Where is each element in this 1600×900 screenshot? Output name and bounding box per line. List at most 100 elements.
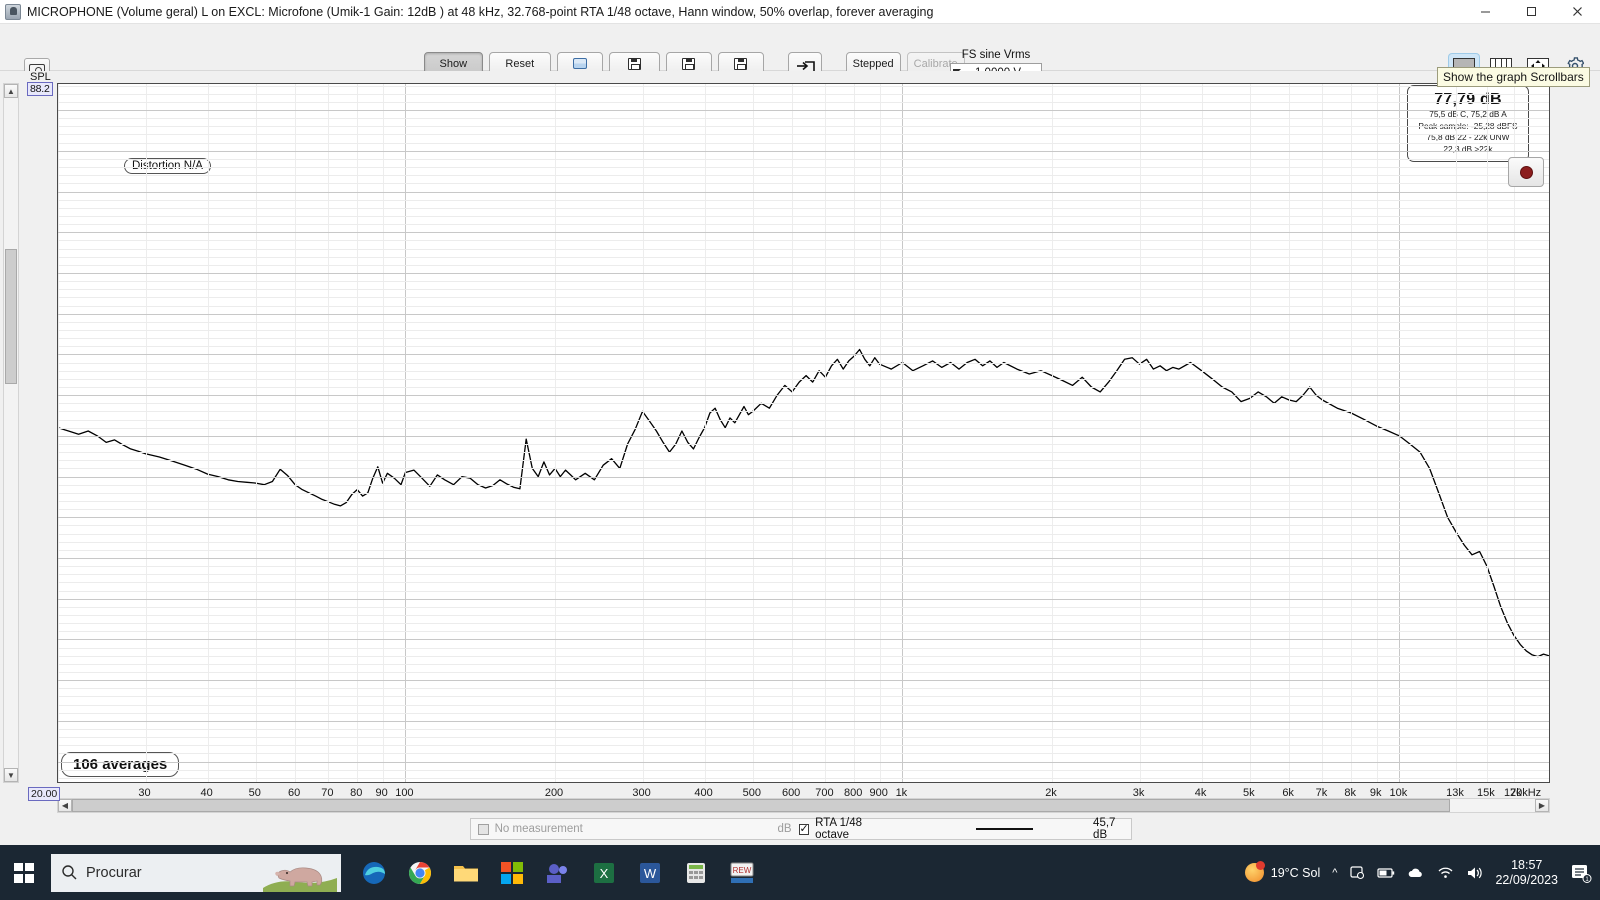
x-axis-tick: 800: [844, 787, 863, 799]
horizontal-scroll-track[interactable]: [72, 799, 1535, 812]
sun-icon: [1244, 861, 1265, 882]
y-axis-top-value[interactable]: 88.2: [27, 82, 53, 96]
clock-date: 22/09/2023: [1495, 872, 1558, 887]
no-measurement-checkbox[interactable]: [478, 823, 489, 835]
vertical-scroll-thumb[interactable]: [5, 249, 17, 384]
notification-center-button[interactable]: 1: [1570, 863, 1592, 883]
grid-line-horizontal-minor: [58, 289, 1549, 291]
grid-line-horizontal-minor: [58, 199, 1549, 201]
grid-line-horizontal-minor: [58, 305, 1549, 307]
taskbar-app-file-explorer[interactable]: [445, 849, 487, 897]
chrome-icon: [409, 861, 431, 884]
taskbar-app-rew[interactable]: REW: [721, 849, 763, 897]
battery-icon[interactable]: [1377, 867, 1395, 879]
tray-expand-icon[interactable]: ^: [1332, 867, 1337, 879]
grid-line-horizontal: [58, 761, 1549, 763]
grid-line-horizontal-minor: [58, 427, 1549, 429]
horizontal-scroll-thumb[interactable]: [72, 799, 1450, 812]
grid-line-vertical: [1513, 84, 1515, 782]
x-axis-tick: 70: [321, 787, 334, 799]
stepped-sine-line1: Stepped: [852, 58, 894, 70]
grid-line-horizontal-minor: [58, 224, 1549, 226]
close-button[interactable]: [1554, 0, 1600, 24]
grid-line-vertical: [792, 84, 794, 782]
taskbar-search[interactable]: Procurar: [51, 853, 341, 892]
grid-line-horizontal-minor: [58, 631, 1549, 633]
scroll-right-arrow[interactable]: ▶: [1535, 799, 1549, 812]
x-axis-tick: 600: [781, 787, 801, 799]
minimize-button[interactable]: [1462, 0, 1508, 24]
taskbar-app-chrome[interactable]: [399, 849, 441, 897]
weather-text: 19°C Sol: [1270, 865, 1321, 880]
grid-line-horizontal-minor: [58, 663, 1549, 665]
grid-line-horizontal-minor: [58, 118, 1549, 120]
taskbar-app-calculator[interactable]: [675, 849, 717, 897]
reset-averaging-line1: Reset: [505, 58, 535, 70]
rta-value: 45,7 dB: [1093, 817, 1116, 841]
grid-line-horizontal-minor: [58, 484, 1549, 486]
scroll-down-arrow[interactable]: ▼: [4, 768, 18, 782]
grid-line-horizontal-minor: [58, 248, 1549, 250]
record-icon: [1519, 165, 1533, 179]
grid-line-horizontal-minor: [58, 777, 1549, 779]
svg-text:W: W: [644, 866, 657, 881]
start-button[interactable]: [0, 845, 48, 900]
grid-line-vertical: [357, 84, 359, 782]
wifi-icon[interactable]: [1437, 866, 1454, 879]
volume-icon[interactable]: [1466, 866, 1483, 880]
horizontal-scrollbar[interactable]: ◀ ▶: [57, 798, 1550, 813]
grid-line-vertical: [1322, 84, 1324, 782]
excel-icon: X: [594, 862, 614, 883]
record-button[interactable]: [1508, 157, 1544, 187]
grid-line-horizontal-minor: [58, 574, 1549, 576]
scroll-up-arrow[interactable]: ▲: [4, 84, 18, 98]
taskbar-app-excel[interactable]: X: [583, 849, 625, 897]
x-axis-tick: 13k: [1446, 787, 1464, 799]
x-axis-tick: 200: [544, 787, 564, 799]
grid-line-horizontal-minor: [58, 655, 1549, 657]
rta-color-swatch: [975, 828, 1034, 830]
grid-line-horizontal-minor: [58, 549, 1549, 551]
grid-line-vertical: [1549, 84, 1550, 782]
grid-line-horizontal-minor: [58, 93, 1549, 95]
taskbar-app-store[interactable]: [491, 849, 533, 897]
x-axis-tick: 60: [288, 787, 301, 799]
rta-label: RTA 1/48 octave: [815, 817, 863, 841]
onedrive-sync-icon[interactable]: [1349, 865, 1365, 880]
svg-text:REW: REW: [733, 866, 752, 875]
taskbar-apps: X W REW: [353, 849, 763, 897]
grid-line-horizontal-minor: [58, 386, 1549, 388]
x-axis-tick: 20kHz: [1510, 787, 1542, 799]
x-axis-tick: 4k: [1194, 787, 1207, 799]
rta-checkbox[interactable]: [798, 822, 810, 835]
grid-line-horizontal-minor: [58, 158, 1549, 160]
wav-icon: [572, 58, 587, 69]
taskbar-app-word[interactable]: W: [629, 849, 671, 897]
taskbar-clock[interactable]: 18:57 22/09/2023: [1495, 858, 1558, 888]
grid-line-vertical: [382, 84, 384, 782]
distortion-badge: Distortion N/A: [124, 158, 211, 174]
grid-line-horizontal-minor: [58, 85, 1549, 87]
cloud-icon[interactable]: [1407, 867, 1425, 879]
grid-line-horizontal-minor: [58, 590, 1549, 592]
taskbar-app-teams[interactable]: [537, 849, 579, 897]
x-axis-tick: 500: [742, 787, 761, 799]
taskbar-app-edge[interactable]: [353, 849, 395, 897]
grid-line-vertical: [1201, 84, 1203, 782]
grid-line-horizontal-minor: [58, 696, 1549, 698]
grid-line-vertical: [1456, 84, 1458, 782]
windows-taskbar: Procurar X W REW 19°C Sol ^ 18:57 22/09/…: [0, 845, 1600, 900]
x-axis-start-value[interactable]: 20.00: [28, 787, 61, 801]
grid-line-horizontal: [58, 272, 1549, 274]
x-axis-tick: 700: [815, 787, 834, 799]
weather-widget[interactable]: 19°C Sol: [1244, 861, 1321, 882]
grid-line-horizontal-minor: [58, 370, 1549, 372]
maximize-button[interactable]: [1508, 0, 1554, 24]
grid-line-horizontal-minor: [58, 460, 1549, 462]
grid-line-horizontal-minor: [58, 566, 1549, 568]
grid-line-horizontal-minor: [58, 672, 1549, 674]
grid-line-vertical: [1139, 84, 1141, 782]
chart-plot-area[interactable]: Distortion N/A 106 averages 77,79 dB 75,…: [57, 83, 1550, 783]
vertical-scrollbar[interactable]: ▲ ▼: [3, 83, 19, 783]
grid-line-horizontal-minor: [58, 134, 1549, 136]
